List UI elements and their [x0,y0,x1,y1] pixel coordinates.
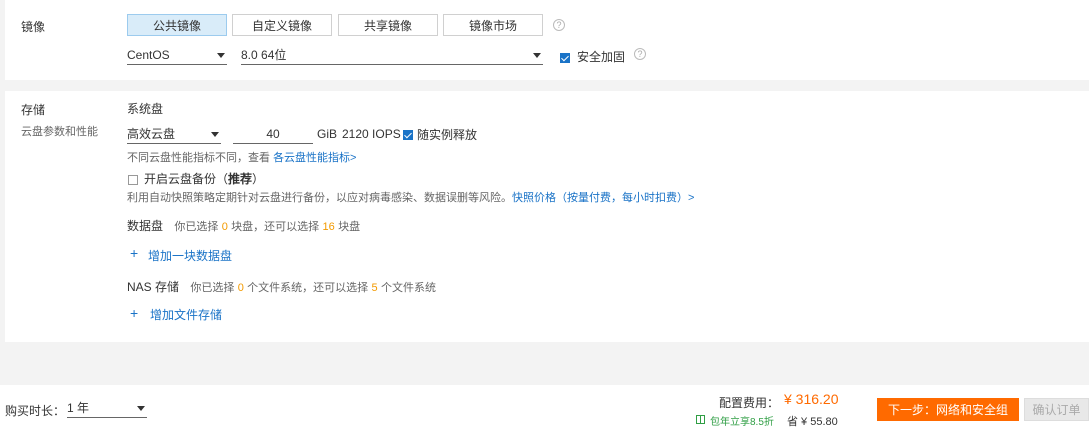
nas-selected-count: 0 [237,282,244,294]
disk-type-value: 高效云盘 [127,127,176,141]
os-select[interactable]: CentOS [127,45,227,65]
perf-link[interactable]: 各云盘性能指标> [273,152,356,164]
tab-custom-image[interactable]: 自定义镜像 [232,14,332,36]
gift-icon [696,415,705,424]
disk-iops: 2120 IOPS [342,127,401,141]
nas-title: NAS 存储 [127,280,180,294]
nas-text1: 你已选择 [190,282,235,294]
cloud-backup-checkbox[interactable] [128,175,138,185]
data-disk-row: 数据盘 你已选择 0 块盘，还可以选择 16 块盘 [127,217,360,234]
add-file-storage-button[interactable]: 增加文件存储 [150,306,222,323]
tab-public-image-label: 公共镜像 [152,18,201,33]
plus-icon: + [130,305,139,321]
confirm-order-button[interactable]: 确认订单 [1024,398,1089,421]
tab-shared-image-label: 共享镜像 [363,18,412,33]
tab-shared-image[interactable]: 共享镜像 [338,14,438,36]
save-amount: 省 ¥ 55.80 [787,416,838,428]
nas-remaining-count: 5 [371,282,378,294]
help-icon[interactable]: ? [553,19,565,31]
perf-note: 不同云盘性能指标不同，查看 各云盘性能指标> [127,149,357,165]
discount-label: 包年立享8.5折 [710,417,774,428]
storage-section-label: 存储 [21,103,46,117]
security-hardening-label: 安全加固 [577,50,626,64]
chevron-down-icon [211,132,219,137]
next-step-button[interactable]: 下一步：网络和安全组 [877,398,1019,421]
image-section-label: 镜像 [21,20,46,34]
duration-label: 购买时长： [5,404,66,418]
image-section: 镜像 公共镜像 自定义镜像 共享镜像 镜像市场 ? CentOS 8.0 64位… [5,0,1089,80]
perf-note-text: 不同云盘性能指标不同，查看 [127,152,270,164]
cloud-backup-label-recommended: 推荐 [228,172,253,186]
next-step-label: 下一步：网络和安全组 [887,403,1008,417]
help-icon[interactable]: ? [634,48,646,60]
data-disk-selected-count: 0 [221,221,228,233]
data-disk-remaining-count: 16 [322,221,335,233]
disk-type-select[interactable]: 高效云盘 [127,124,221,144]
nas-text3: 个文件系统 [380,282,436,294]
data-disk-text3: 块盘 [338,221,361,233]
version-select[interactable]: 8.0 64位 [241,45,543,65]
disk-size-value: 40 [266,126,280,141]
disk-size-unit: GiB [317,127,338,141]
cloud-backup-label: 开启云盘备份（推荐） [144,170,264,187]
snapshot-price-link[interactable]: 快照价格（按量付费，每小时扣费）> [512,192,694,204]
add-data-disk-button[interactable]: 增加一块数据盘 [148,247,232,264]
duration-value: 1 年 [67,401,90,415]
nas-text2: 个文件系统，还可以选择 [247,282,369,294]
chevron-down-icon [533,53,541,58]
duration-select[interactable]: 1 年 [67,398,147,418]
release-with-instance-label: 随实例释放 [417,128,478,142]
storage-section: 存储 云盘参数和性能 系统盘 高效云盘 40 GiB 2120 IOPS 随实例… [5,91,1089,342]
tab-public-image[interactable]: 公共镜像 [127,14,227,36]
tab-custom-image-label: 自定义镜像 [251,18,312,33]
nas-row: NAS 存储 你已选择 0 个文件系统，还可以选择 5 个文件系统 [127,278,436,295]
cost-label: 配置费用： [719,396,780,410]
data-disk-text2: 块盘，还可以选择 [231,221,320,233]
os-select-value: CentOS [127,47,170,62]
storage-section-sublabel: 云盘参数和性能 [21,126,98,138]
cloud-backup-label-suffix: ） [252,172,265,186]
release-with-instance-checkbox[interactable] [403,130,413,140]
cloud-backup-desc: 利用自动快照策略定期针对云盘进行备份，以应对病毒感染、数据误删等风险。快照价格（… [127,189,694,205]
tab-image-market[interactable]: 镜像市场 [443,14,543,36]
version-select-value: 8.0 64位 [241,48,287,62]
tab-image-market-label: 镜像市场 [468,18,517,33]
cost-value: ¥ 316.20 [784,391,839,407]
plus-icon: + [130,245,139,261]
chevron-down-icon [217,53,225,58]
cloud-backup-desc-text: 利用自动快照策略定期针对云盘进行备份，以应对病毒感染、数据误删等风险。 [127,192,512,204]
data-disk-text1: 你已选择 [174,221,219,233]
cloud-backup-label-prefix: 开启云盘备份（ [144,172,229,186]
chevron-down-icon [137,406,145,411]
data-disk-title: 数据盘 [127,219,164,233]
confirm-order-label: 确认订单 [1032,403,1081,417]
system-disk-title: 系统盘 [127,102,164,116]
disk-size-input[interactable]: 40 [233,124,313,144]
security-hardening-checkbox[interactable] [560,53,570,63]
